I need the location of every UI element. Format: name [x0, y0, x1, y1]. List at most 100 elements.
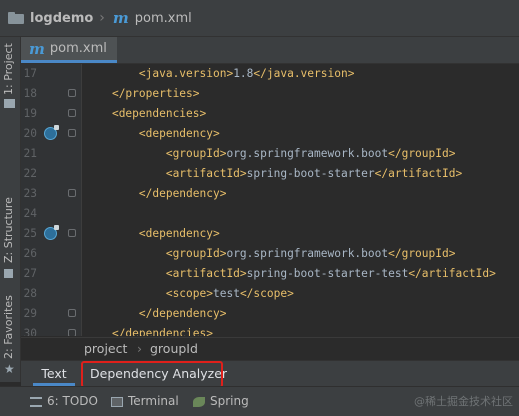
- xml-tag: </properties>: [111, 87, 200, 100]
- tab-text[interactable]: Text: [33, 361, 75, 386]
- project-tool-tab[interactable]: 1: Project: [2, 43, 15, 95]
- breadcrumb-file[interactable]: pom.xml: [135, 11, 192, 26]
- xml-text: test: [212, 287, 240, 300]
- terminal-label: Terminal: [128, 394, 179, 408]
- dependency-gutter-icon[interactable]: [44, 125, 59, 140]
- line-number: 25: [23, 227, 37, 240]
- fold-marker-icon[interactable]: [68, 89, 76, 97]
- xml-tag: </groupId>: [388, 247, 456, 260]
- code-editor[interactable]: 17 <java.version>1.8</java.version> 18 </…: [21, 64, 519, 336]
- code-text: <groupId>org.springframework.boot</group…: [85, 144, 456, 164]
- todo-tool-button[interactable]: 6: TODO: [30, 387, 98, 416]
- line-number: 17: [23, 67, 37, 80]
- folder-icon: [8, 12, 24, 24]
- code-line[interactable]: 23 </dependency>: [21, 184, 519, 204]
- xml-tag: </scope>: [239, 287, 294, 300]
- highlight-box: [81, 361, 223, 388]
- code-line[interactable]: 27 <artifactId>spring-boot-starter-test<…: [21, 264, 519, 284]
- xml-tag: <dependency>: [138, 227, 220, 240]
- line-number: 23: [23, 187, 37, 200]
- favorites-tool-tab[interactable]: 2: Favorites: [2, 295, 15, 359]
- line-number: 18: [23, 87, 37, 100]
- code-line[interactable]: 18 </properties>: [21, 84, 519, 104]
- line-number: 24: [23, 207, 37, 220]
- xml-tag: </dependency>: [138, 187, 227, 200]
- xml-tag: <scope>: [165, 287, 213, 300]
- fold-marker-icon[interactable]: [68, 189, 76, 197]
- code-text: <groupId>org.springframework.boot</group…: [85, 244, 456, 264]
- code-line[interactable]: 25 <dependency>: [21, 224, 519, 244]
- code-line[interactable]: 30 </dependencies>: [21, 324, 519, 336]
- xml-tag: <artifactId>: [165, 167, 247, 180]
- terminal-icon: [111, 396, 123, 407]
- structure-tool-tab[interactable]: Z: Structure: [2, 197, 15, 263]
- todo-icon: [30, 396, 42, 407]
- terminal-tool-button[interactable]: Terminal: [111, 387, 179, 416]
- navigation-bar: logdemo › m pom.xml: [0, 0, 519, 37]
- editor-tab-label: pom.xml: [49, 41, 107, 56]
- code-text: </dependencies>: [85, 324, 213, 336]
- code-text: </dependency>: [85, 304, 227, 324]
- xml-tag: <dependencies>: [111, 107, 207, 120]
- left-tool-stripe: 1: Project Z: Structure 2: Favorites: [0, 37, 21, 382]
- code-text: <java.version>1.8</java.version>: [85, 64, 355, 84]
- favorites-star-icon: ★: [4, 362, 15, 376]
- maven-file-icon: m: [29, 39, 45, 58]
- code-text: </dependency>: [85, 184, 227, 204]
- code-line[interactable]: 17 <java.version>1.8</java.version>: [21, 64, 519, 84]
- xml-text: org.springframework.boot: [226, 247, 389, 260]
- code-line[interactable]: 22 <artifactId>spring-boot-starter</arti…: [21, 164, 519, 184]
- fold-marker-icon[interactable]: [68, 309, 76, 317]
- code-line[interactable]: 21 <groupId>org.springframework.boot</gr…: [21, 144, 519, 164]
- xml-tag: </java.version>: [253, 67, 355, 80]
- line-number: 30: [23, 327, 37, 336]
- fold-marker-icon[interactable]: [68, 329, 76, 336]
- xml-text: spring-boot-starter: [246, 167, 375, 180]
- spring-label: Spring: [210, 394, 249, 408]
- code-line[interactable]: 28 <scope>test</scope>: [21, 284, 519, 304]
- xml-text: org.springframework.boot: [226, 147, 389, 160]
- xml-tag: </groupId>: [388, 147, 456, 160]
- spring-leaf-icon: [193, 396, 205, 407]
- fold-marker-icon[interactable]: [68, 109, 76, 117]
- editor-tab-pom[interactable]: m pom.xml: [21, 37, 117, 63]
- project-folder-icon: [4, 99, 15, 108]
- line-number: 29: [23, 307, 37, 320]
- xml-tag: </artifactId>: [374, 167, 463, 180]
- dependency-gutter-icon[interactable]: [44, 225, 59, 240]
- structure-icon: [4, 269, 13, 278]
- xml-tag: <java.version>: [138, 67, 234, 80]
- breadcrumb-project[interactable]: logdemo: [30, 11, 93, 26]
- line-number: 21: [23, 147, 37, 160]
- code-line[interactable]: 29 </dependency>: [21, 304, 519, 324]
- todo-label: 6: TODO: [47, 394, 98, 408]
- xml-breadcrumb: project › groupId: [21, 337, 519, 360]
- code-line[interactable]: 20 <dependency>: [21, 124, 519, 144]
- code-line[interactable]: 19 <dependencies>: [21, 104, 519, 124]
- xml-breadcrumb-project[interactable]: project: [84, 338, 127, 360]
- xml-tag: <groupId>: [165, 147, 227, 160]
- line-number: 26: [23, 247, 37, 260]
- bottom-tool-bar: 6: TODO Terminal Spring @稀土掘金技术社区: [0, 386, 519, 416]
- line-number: 20: [23, 127, 37, 140]
- code-text: <scope>test</scope>: [85, 284, 294, 304]
- xml-tag: </artifactId>: [408, 267, 496, 280]
- xml-breadcrumb-separator: ›: [137, 341, 142, 356]
- xml-breadcrumb-groupid[interactable]: groupId: [150, 338, 198, 360]
- fold-marker-icon[interactable]: [68, 129, 76, 137]
- line-number: 27: [23, 267, 37, 280]
- xml-tag: </dependency>: [138, 307, 227, 320]
- xml-tag: </dependencies>: [111, 327, 213, 336]
- code-text: <dependencies>: [85, 104, 206, 124]
- code-line[interactable]: 24: [21, 204, 519, 224]
- xml-tag: <artifactId>: [165, 267, 247, 280]
- spring-tool-button[interactable]: Spring: [193, 387, 249, 416]
- watermark: @稀土掘金技术社区: [414, 395, 513, 408]
- fold-marker-icon[interactable]: [68, 229, 76, 237]
- xml-tag: <groupId>: [165, 247, 227, 260]
- code-text: <artifactId>spring-boot-starter</artifac…: [85, 164, 462, 184]
- code-text: <artifactId>spring-boot-starter-test</ar…: [85, 264, 496, 284]
- code-line[interactable]: 26 <groupId>org.springframework.boot</gr…: [21, 244, 519, 264]
- xml-text: spring-boot-starter-test: [246, 267, 409, 280]
- maven-icon: m: [112, 9, 129, 27]
